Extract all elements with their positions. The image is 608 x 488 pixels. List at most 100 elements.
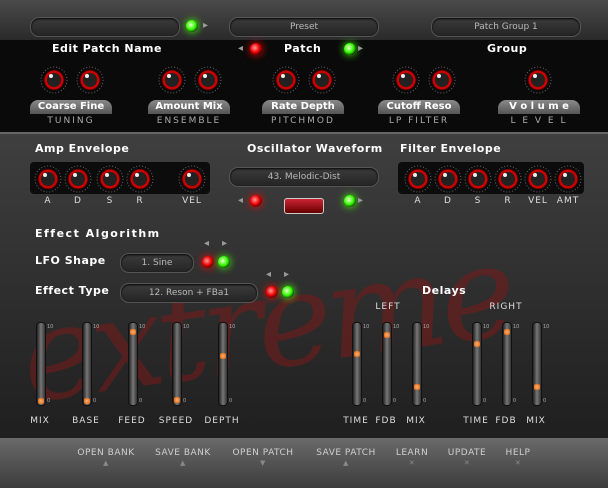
waveform-display-icon	[284, 198, 324, 214]
amp-envelope-title: Amp Envelope	[35, 142, 130, 155]
left-slider-0-thumb[interactable]	[354, 350, 360, 357]
right-label: RIGHT	[489, 302, 523, 312]
fx-slider-2-thumb[interactable]	[130, 328, 136, 335]
type-led-red[interactable]	[266, 286, 278, 298]
bottom-button-open-bank[interactable]: OPEN BANK ▲	[66, 448, 146, 467]
type-led-green[interactable]	[282, 286, 294, 298]
osc-waveform-title: Oscillator Waveform	[247, 142, 383, 155]
amp-label-1: D	[74, 196, 82, 206]
left-slider-1-thumb[interactable]	[384, 332, 390, 339]
lfo-shape-field[interactable]: 1. Sine	[120, 253, 194, 273]
fx-slider-2-tick-bottom: 0	[139, 398, 143, 404]
right-slider-0-thumb[interactable]	[474, 341, 480, 348]
name-arrow-right-icon[interactable]: ▸	[203, 20, 208, 31]
right-slider-1[interactable]	[502, 322, 512, 406]
fx-slider-0-label: MIX	[30, 416, 50, 426]
fx-slider-3-tick-bottom: 0	[183, 398, 187, 404]
patch-name-field[interactable]	[30, 17, 180, 37]
patch-left-arrow-icon[interactable]: ◂	[238, 43, 243, 54]
right-slider-2-tick-bottom: 0	[543, 398, 547, 404]
fx-slider-4-label: DEPTH	[204, 416, 240, 426]
fx-slider-4-thumb[interactable]	[220, 353, 226, 360]
effect-right-arrow-icon[interactable]: ▸	[222, 238, 227, 249]
top-knob-8[interactable]	[524, 66, 552, 94]
top-knob-4[interactable]	[272, 66, 300, 94]
lfo-led-green[interactable]	[218, 256, 230, 268]
tab-lp-filter[interactable]: Cutoff Reso	[378, 100, 460, 114]
fx-slider-1[interactable]	[82, 322, 92, 406]
tab-tuning[interactable]: Coarse Fine	[30, 100, 112, 114]
right-slider-0[interactable]	[472, 322, 482, 406]
osc-waveform-field[interactable]: 43. Melodic-Dist	[229, 167, 379, 187]
patch-right-arrow-icon[interactable]: ▸	[358, 43, 363, 54]
fx-slider-3[interactable]	[172, 322, 182, 406]
patch-group-field[interactable]: Patch Group 1	[431, 17, 581, 37]
effect-left-arrow-icon[interactable]: ◂	[204, 238, 209, 249]
type-left-arrow-icon[interactable]: ◂	[266, 269, 271, 280]
type-right-arrow-icon[interactable]: ▸	[284, 269, 289, 280]
fx-slider-1-thumb[interactable]	[84, 397, 90, 404]
bottom-button-save-bank[interactable]: SAVE BANK ▲	[143, 448, 223, 467]
left-slider-1-tick-bottom: 0	[393, 398, 397, 404]
tab-level[interactable]: V o l u m e	[498, 100, 580, 114]
left-slider-0[interactable]	[352, 322, 362, 406]
filter-knob-amt[interactable]	[554, 165, 582, 193]
top-knob-7[interactable]	[428, 66, 456, 94]
top-knob-2[interactable]	[158, 66, 186, 94]
effect-type-label: Effect Type	[35, 284, 110, 297]
right-slider-2-thumb[interactable]	[534, 384, 540, 391]
tab-pitchmod[interactable]: Rate Depth	[262, 100, 344, 114]
top-knob-1[interactable]	[76, 66, 104, 94]
fx-slider-1-label: BASE	[72, 416, 100, 426]
lfo-led-red[interactable]	[202, 256, 214, 268]
fx-slider-4[interactable]	[218, 322, 228, 406]
effect-algorithm-label: Effect Algorithm	[35, 227, 161, 240]
left-slider-2[interactable]	[412, 322, 422, 406]
patch-led-red[interactable]	[250, 43, 262, 55]
filter-knob-d[interactable]	[434, 165, 462, 193]
group-label: Group	[487, 42, 528, 55]
effect-type-field[interactable]: 12. Reson + FBa1	[120, 283, 258, 303]
filter-knob-a[interactable]	[404, 165, 432, 193]
bottom-button-help[interactable]: HELP ✕	[478, 448, 558, 467]
top-knob-3[interactable]	[194, 66, 222, 94]
bottom-button-icon: ▼	[260, 459, 266, 467]
name-led-green[interactable]	[186, 20, 198, 32]
patch-led-green[interactable]	[344, 43, 356, 55]
tab-ensemble[interactable]: Amount Mix	[148, 100, 230, 114]
osc-right-arrow-icon[interactable]: ▸	[358, 195, 363, 206]
osc-led-green[interactable]	[344, 195, 356, 207]
filter-knob-s[interactable]	[464, 165, 492, 193]
fx-slider-0-tick-top: 10	[47, 324, 54, 330]
left-slider-2-thumb[interactable]	[414, 384, 420, 391]
fx-slider-3-tick-top: 10	[183, 324, 190, 330]
amp-knob-r[interactable]	[126, 165, 154, 193]
top-knob-5[interactable]	[308, 66, 336, 94]
fx-slider-4-tick-top: 10	[229, 324, 236, 330]
preset-field[interactable]: Preset	[229, 17, 379, 37]
top-knob-0[interactable]	[40, 66, 68, 94]
left-slider-1[interactable]	[382, 322, 392, 406]
bottom-button-icon: ▲	[180, 459, 186, 467]
right-slider-2[interactable]	[532, 322, 542, 406]
fx-slider-3-thumb[interactable]	[174, 396, 180, 403]
fx-slider-0-thumb[interactable]	[38, 397, 44, 404]
fx-slider-0-tick-bottom: 0	[47, 398, 51, 404]
amp-knob-vel[interactable]	[178, 165, 206, 193]
osc-left-arrow-icon[interactable]: ◂	[238, 195, 243, 206]
amp-knob-a[interactable]	[34, 165, 62, 193]
tab-tuning-sub: TUNING	[47, 116, 95, 126]
bottom-button-label: OPEN PATCH	[232, 448, 294, 458]
fx-slider-2-tick-top: 10	[139, 324, 146, 330]
filter-knob-vel[interactable]	[524, 165, 552, 193]
amp-knob-s[interactable]	[96, 165, 124, 193]
amp-knob-d[interactable]	[64, 165, 92, 193]
bottom-button-open-patch[interactable]: OPEN PATCH ▼	[223, 448, 303, 467]
filter-knob-r[interactable]	[494, 165, 522, 193]
osc-led-red[interactable]	[250, 195, 262, 207]
top-knob-6[interactable]	[392, 66, 420, 94]
edit-patch-name-label[interactable]: Edit Patch Name	[52, 42, 162, 55]
right-slider-1-thumb[interactable]	[504, 328, 510, 335]
fx-slider-0[interactable]	[36, 322, 46, 406]
fx-slider-2[interactable]	[128, 322, 138, 406]
